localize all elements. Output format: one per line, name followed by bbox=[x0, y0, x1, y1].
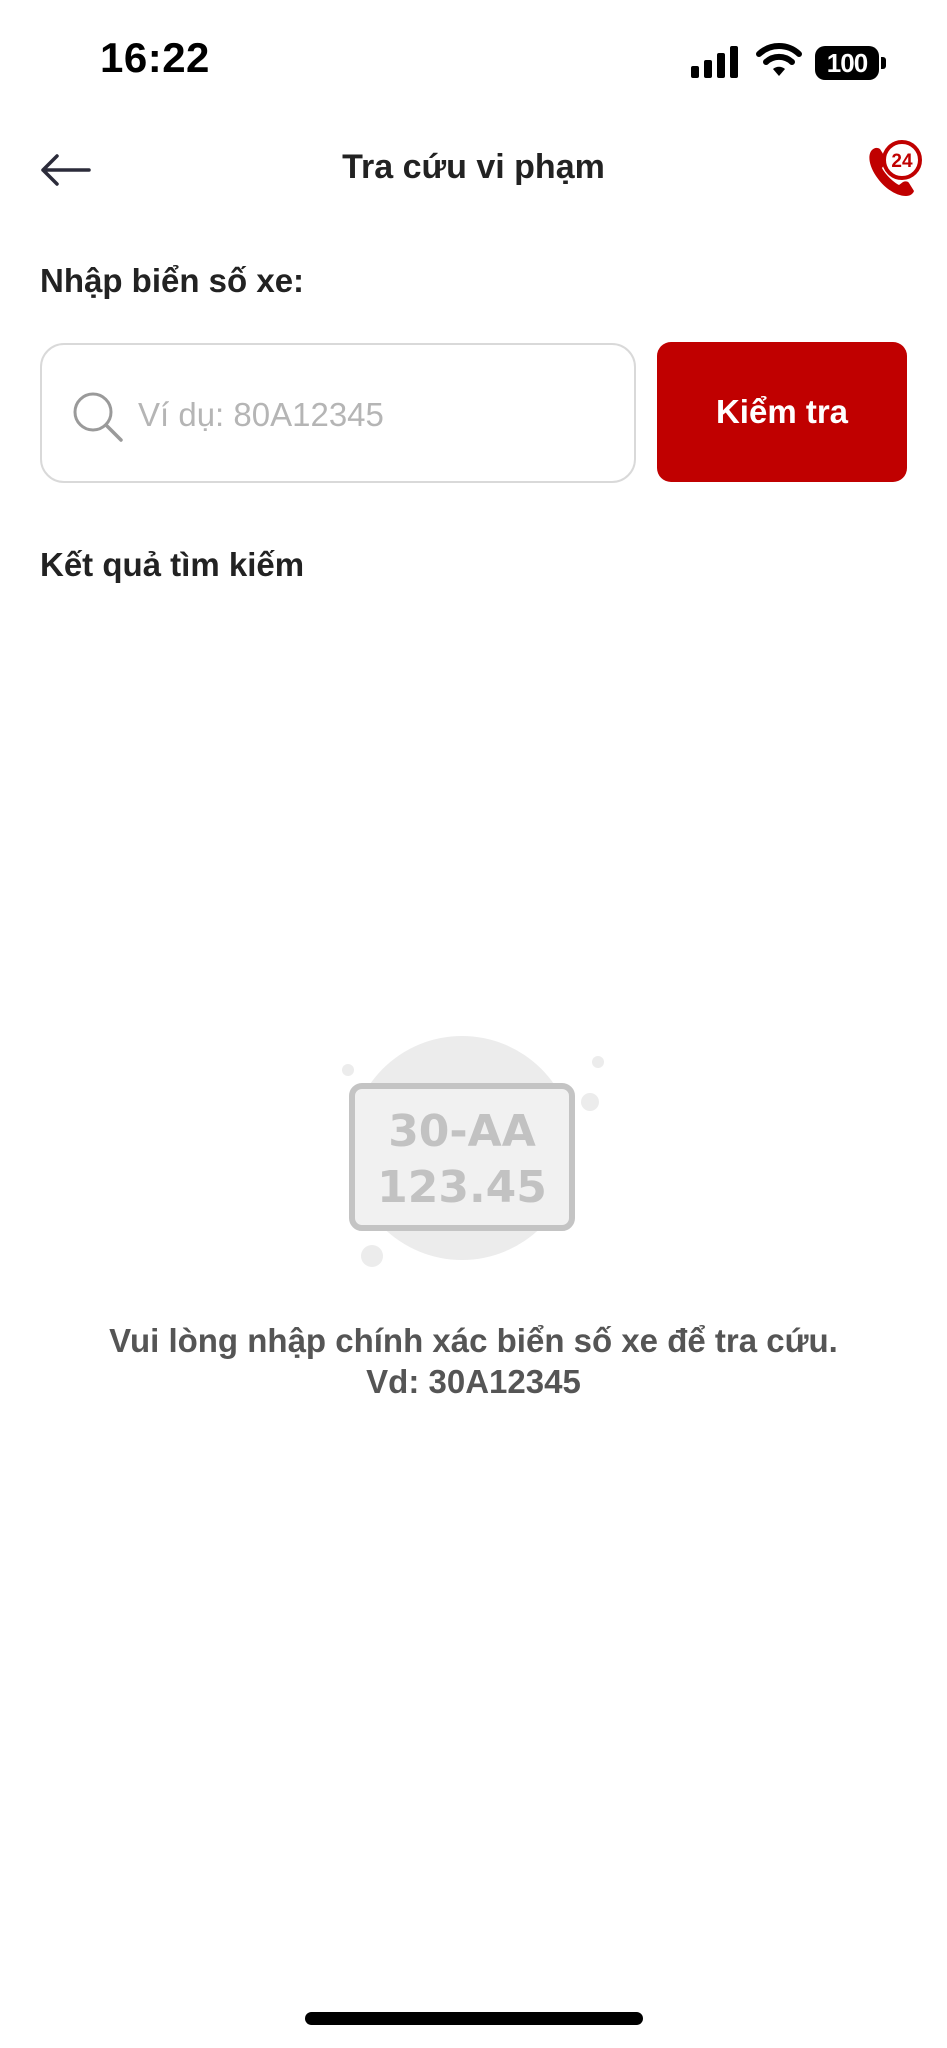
svg-text:24: 24 bbox=[891, 151, 913, 172]
hotline-button[interactable]: 24 bbox=[862, 136, 928, 202]
wifi-icon bbox=[756, 43, 802, 76]
app-header: Tra cứu vi phạm 24 bbox=[0, 120, 947, 220]
empty-message-line2: Vd: 30A12345 bbox=[366, 1363, 581, 1400]
search-icon bbox=[73, 392, 123, 442]
illustration-plate-line2: 123.45 bbox=[377, 1162, 547, 1213]
battery-level: 100 bbox=[815, 46, 879, 80]
status-time: 16:22 bbox=[100, 34, 210, 81]
results-heading: Kết quả tìm kiếm bbox=[40, 546, 305, 583]
plate-field-label: Nhập biển số xe: bbox=[40, 262, 305, 299]
home-indicator bbox=[305, 2012, 643, 2025]
cellular-signal-icon bbox=[691, 46, 738, 78]
empty-state-message: Vui lòng nhập chính xác biển số xe để tr… bbox=[0, 1320, 947, 1402]
illustration-plate-line1: 30-AA bbox=[388, 1106, 536, 1157]
check-button[interactable]: Kiểm tra bbox=[657, 342, 907, 482]
battery-tip bbox=[881, 57, 886, 69]
phone-24-icon: 24 bbox=[869, 140, 922, 196]
page-title: Tra cứu vi phạm bbox=[342, 148, 605, 186]
battery-icon: 100 bbox=[815, 46, 887, 80]
plate-number-input[interactable] bbox=[138, 385, 608, 445]
status-bar: 16:22 100 bbox=[0, 0, 947, 110]
license-plate-illustration: 30-AA 123.45 bbox=[342, 1036, 604, 1267]
empty-message-line1: Vui lòng nhập chính xác biển số xe để tr… bbox=[109, 1322, 838, 1359]
plate-search-box[interactable] bbox=[40, 343, 636, 483]
